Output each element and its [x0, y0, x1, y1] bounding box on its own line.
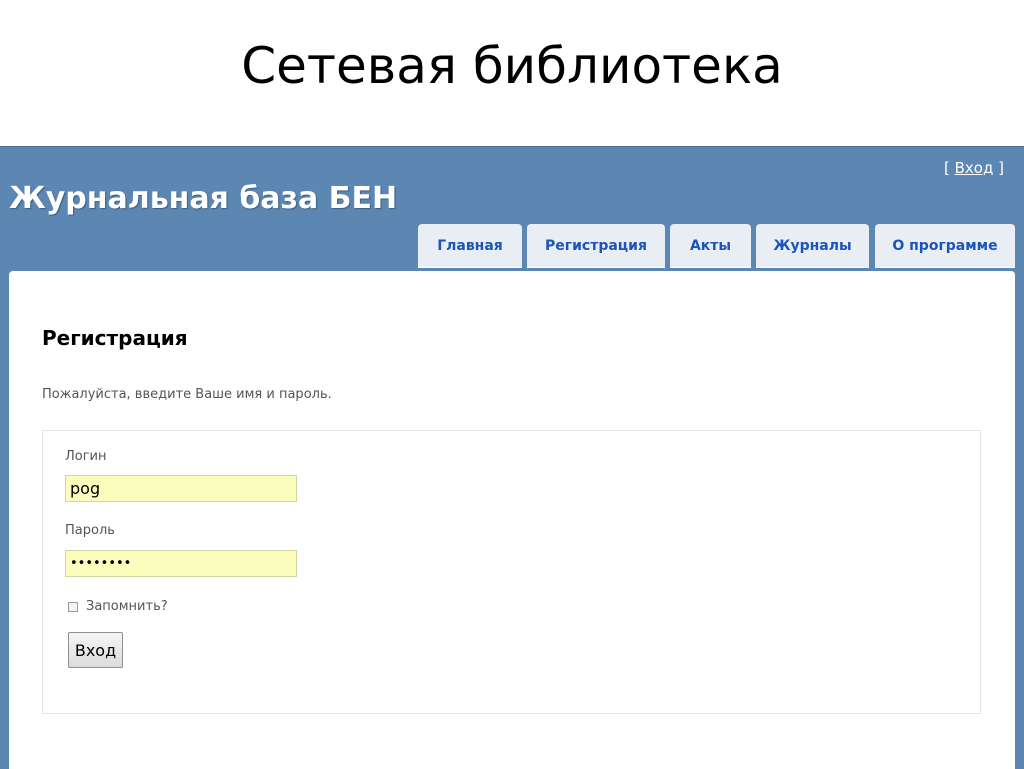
login-submit-button[interactable]: Вход [68, 632, 123, 668]
tab-about[interactable]: О программе [875, 224, 1015, 268]
password-label: Пароль [65, 523, 115, 538]
remember-label: Запомнить? [86, 599, 168, 614]
tab-acts[interactable]: Акты [670, 224, 751, 268]
app-window: [ Вход ] Журнальная база БЕН Главная Рег… [0, 146, 1024, 769]
tab-journals-label: Журналы [773, 237, 852, 254]
remember-checkbox[interactable] [68, 601, 78, 612]
login-open-bracket: [ [944, 159, 950, 177]
tab-home-label: Главная [437, 237, 503, 254]
tab-registration-label: Регистрация [545, 237, 647, 254]
tab-home[interactable]: Главная [418, 224, 522, 268]
login-display: [ Вход ] [944, 159, 1004, 177]
tab-acts-label: Акты [689, 237, 732, 254]
password-input[interactable] [65, 550, 297, 577]
login-input[interactable] [65, 475, 297, 502]
login-label: Логин [65, 449, 107, 464]
remember-me[interactable]: Запомнить? [68, 599, 168, 614]
login-form: Логин Пароль Запомнить? Вход [42, 430, 981, 714]
tab-registration[interactable]: Регистрация [527, 224, 665, 268]
main-content: Регистрация Пожалуйста, введите Ваше имя… [9, 271, 1015, 769]
page-heading: Регистрация [42, 326, 188, 350]
intro-text: Пожалуйста, введите Ваше имя и пароль. [42, 387, 332, 402]
tab-about-label: О программе [892, 237, 998, 254]
slide-title: Сетевая библиотека [241, 37, 783, 95]
login-link[interactable]: Вход [955, 159, 994, 177]
site-title: Журнальная база БЕН [9, 181, 398, 216]
tab-journals[interactable]: Журналы [756, 224, 869, 268]
login-close-bracket: ] [998, 159, 1004, 177]
